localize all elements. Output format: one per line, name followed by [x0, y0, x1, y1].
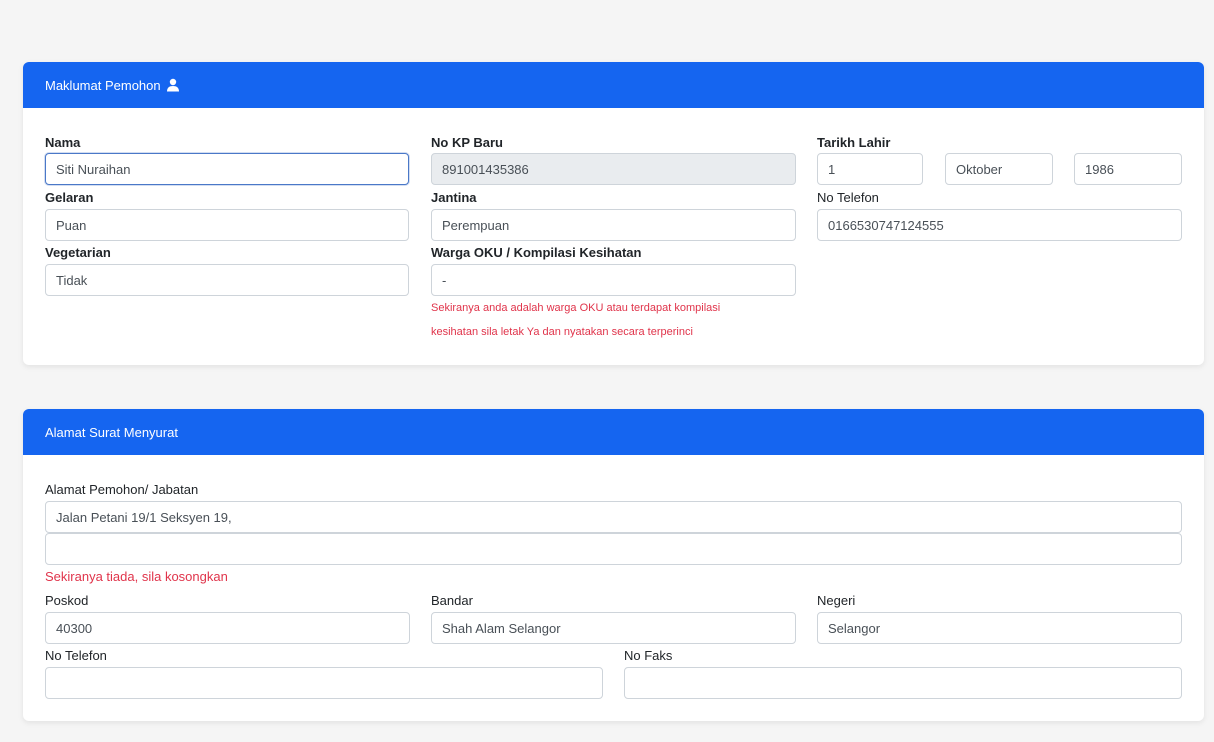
mailing-address-header: Alamat Surat Menyurat — [23, 409, 1204, 455]
postcode-input[interactable]: 40300 — [45, 612, 410, 644]
ic-input: 891001435386 — [431, 153, 796, 185]
address-line2-input[interactable] — [45, 533, 1182, 565]
vegetarian-input[interactable]: Tidak — [45, 264, 409, 296]
applicant-info-header: Maklumat Pemohon — [23, 62, 1204, 108]
oku-note-line1: Sekiranya anda adalah warga OKU atau ter… — [431, 302, 721, 314]
address-line2-note: Sekiranya tiada, sila kosongkan — [45, 569, 228, 584]
city-label: Bandar — [431, 593, 473, 608]
address-phone-label: No Telefon — [45, 648, 107, 663]
user-icon — [166, 78, 179, 92]
address-label: Alamat Pemohon/ Jabatan — [45, 482, 199, 497]
mailing-address-title: Alamat Surat Menyurat — [45, 424, 178, 440]
oku-input[interactable]: - — [431, 264, 796, 296]
vegetarian-label: Vegetarian — [45, 245, 111, 260]
dob-year-input[interactable]: 1986 — [1074, 153, 1182, 185]
applicant-info-card: Maklumat Pemohon Nama Siti Nuraihan Gela… — [23, 62, 1204, 365]
state-input[interactable]: Selangor — [817, 612, 1182, 644]
oku-label: Warga OKU / Kompilasi Kesihatan — [431, 245, 642, 260]
gender-input[interactable]: Perempuan — [431, 209, 796, 241]
oku-note-line2: kesihatan sila letak Ya dan nyatakan sec… — [431, 326, 693, 338]
fax-label: No Faks — [624, 648, 673, 663]
postcode-label: Poskod — [45, 593, 89, 608]
address-phone-input[interactable] — [45, 667, 603, 699]
phone-input[interactable]: 0166530747124555 — [817, 209, 1182, 241]
ic-label: No KP Baru — [431, 135, 503, 150]
address-line1-input[interactable]: Jalan Petani 19/1 Seksyen 19, — [45, 501, 1182, 533]
name-label: Nama — [45, 135, 81, 150]
dob-label: Tarikh Lahir — [817, 135, 891, 150]
dob-day-input[interactable]: 1 — [817, 153, 923, 185]
title-input[interactable]: Puan — [45, 209, 409, 241]
dob-month-input[interactable]: Oktober — [945, 153, 1053, 185]
gender-label: Jantina — [431, 190, 477, 205]
mailing-address-card: Alamat Surat Menyurat Alamat Pemohon/ Ja… — [23, 409, 1204, 721]
city-input[interactable]: Shah Alam Selangor — [431, 612, 796, 644]
title-label: Gelaran — [45, 190, 94, 205]
state-label: Negeri — [817, 593, 856, 608]
fax-input[interactable] — [624, 667, 1182, 699]
name-input[interactable]: Siti Nuraihan — [45, 153, 409, 185]
phone-label: No Telefon — [817, 190, 879, 205]
applicant-info-title: Maklumat Pemohon — [45, 77, 161, 93]
